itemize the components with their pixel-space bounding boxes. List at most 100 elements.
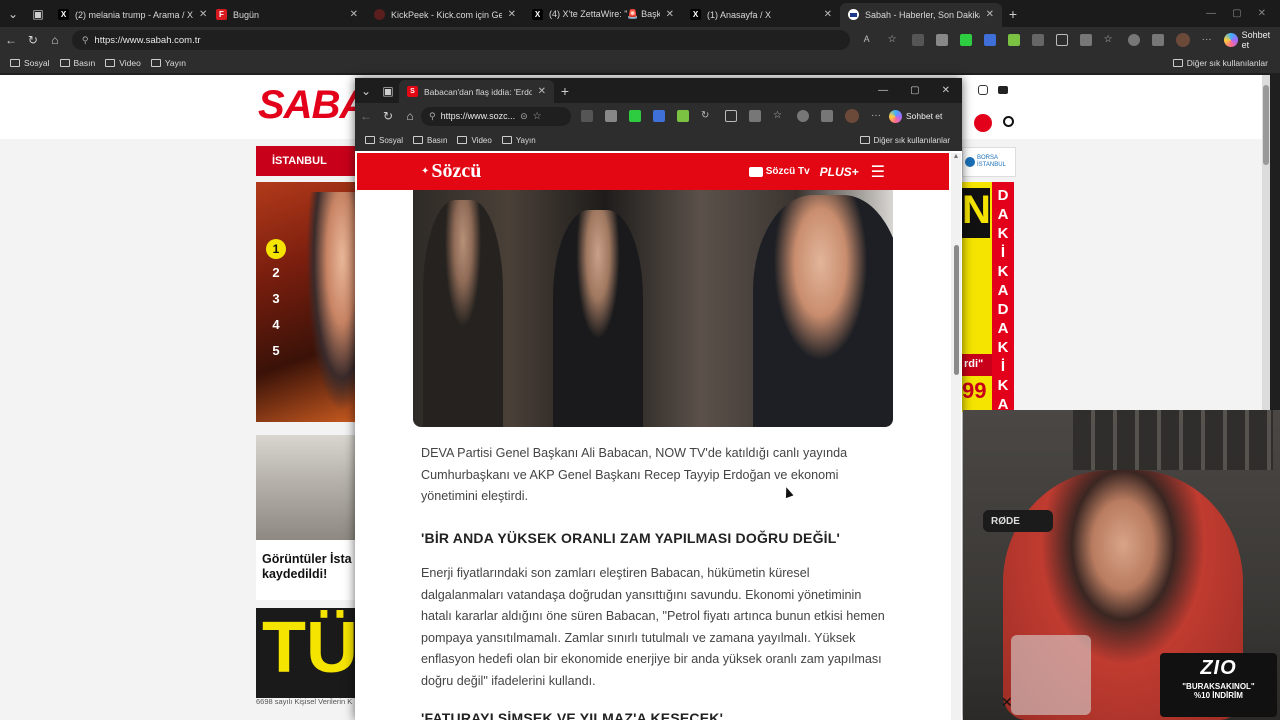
tab-kickpeek[interactable]: KickPeek - Kick.com için Gerçek Za ✕ bbox=[366, 3, 524, 27]
close-icon[interactable]: ✕ bbox=[824, 9, 832, 20]
profile-avatar[interactable] bbox=[1175, 33, 1190, 47]
close-icon[interactable]: ✕ bbox=[986, 9, 994, 20]
new-tab-button[interactable]: + bbox=[554, 83, 576, 99]
bookmark-sosyal[interactable]: Sosyal bbox=[10, 58, 50, 68]
sozcu-logo[interactable]: ✦ Sözcü bbox=[421, 160, 481, 183]
rank-item[interactable]: 4 bbox=[266, 317, 286, 337]
copilot-chat-button[interactable]: Sohbet et bbox=[1223, 30, 1280, 50]
bookmark-yayin[interactable]: Yayın bbox=[150, 58, 186, 68]
article-photo[interactable] bbox=[413, 190, 893, 427]
reload-icon[interactable]: ↻ bbox=[377, 109, 399, 123]
promo-badge[interactable]: ZIO "BURAKSAKINOL" %10 İNDİRİM bbox=[1160, 653, 1277, 717]
close-icon[interactable]: ✕ bbox=[538, 86, 546, 97]
favorites-icon[interactable]: ☆ bbox=[1104, 34, 1116, 46]
tab-anasayfa[interactable]: X (1) Anasayfa / X ✕ bbox=[682, 3, 840, 27]
extension-icon[interactable] bbox=[581, 110, 593, 122]
breaking-banner[interactable]: N 99 D A K İ K A D A K İ K A rdi" bbox=[962, 182, 1014, 412]
back-icon[interactable]: ← bbox=[0, 33, 22, 47]
close-overlay-icon[interactable]: ✕ bbox=[1001, 694, 1013, 711]
rank-item[interactable]: 2 bbox=[266, 265, 286, 285]
rank-item[interactable]: 1 bbox=[266, 239, 286, 259]
bookmark-basin[interactable]: Basın bbox=[413, 136, 447, 145]
close-icon[interactable]: ✕ bbox=[508, 9, 516, 20]
close-window-icon[interactable]: ✕ bbox=[1258, 8, 1266, 19]
extensions-icon[interactable] bbox=[1079, 34, 1092, 46]
extension-icon[interactable] bbox=[677, 110, 689, 122]
extension-icon[interactable] bbox=[653, 110, 665, 122]
copilot-chat-button[interactable]: Sohbet et bbox=[889, 109, 942, 123]
refresh-extension-icon[interactable]: ↻ bbox=[701, 110, 713, 122]
extension-icon[interactable] bbox=[605, 110, 617, 122]
screenshot-icon[interactable] bbox=[1151, 34, 1164, 46]
new-tab-button[interactable]: + bbox=[1002, 6, 1024, 22]
tab-bugun[interactable]: F Bugün ✕ bbox=[208, 3, 366, 27]
close-icon[interactable]: ✕ bbox=[666, 9, 674, 20]
tab-melania[interactable]: X (2) melania trump - Arama / X ✕ bbox=[50, 3, 208, 27]
maximize-icon[interactable]: ▢ bbox=[910, 85, 919, 96]
menu-icon[interactable]: ☰ bbox=[871, 162, 885, 182]
extension-icon[interactable] bbox=[1031, 34, 1044, 46]
scroll-thumb[interactable] bbox=[1263, 85, 1269, 165]
sozcu-tv-link[interactable]: Sözcü Tv bbox=[748, 166, 810, 177]
performance-icon[interactable] bbox=[1127, 34, 1140, 46]
extension-icon[interactable] bbox=[935, 34, 948, 46]
extension-icon[interactable] bbox=[959, 34, 972, 46]
favorites-icon[interactable]: ☆ bbox=[773, 110, 785, 122]
close-window-icon[interactable]: ✕ bbox=[942, 85, 950, 96]
scroll-up-icon[interactable]: ▲ bbox=[951, 153, 961, 160]
minimize-icon[interactable]: — bbox=[1206, 8, 1216, 19]
popup-scrollbar[interactable]: ▲ bbox=[951, 153, 961, 720]
screenshot-icon[interactable] bbox=[821, 110, 833, 122]
site-info-icon[interactable]: ⚲ bbox=[429, 111, 436, 122]
bookmark-video[interactable]: Video bbox=[105, 58, 141, 68]
read-aloud-icon[interactable]: A bbox=[864, 34, 876, 46]
rank-item[interactable]: 5 bbox=[266, 343, 286, 363]
workspaces-icon[interactable]: ▣ bbox=[26, 7, 50, 21]
borsa-widget[interactable]: BORSA İSTANBUL bbox=[962, 147, 1016, 177]
extension-icon[interactable] bbox=[911, 34, 924, 46]
more-icon[interactable]: ··· bbox=[1202, 34, 1214, 46]
extension-icon[interactable] bbox=[1007, 34, 1020, 46]
tab-zettawire[interactable]: X (4) X'te ZettaWire: "🚨 Başkan Yar ✕ bbox=[524, 3, 682, 27]
search-icon[interactable] bbox=[1003, 116, 1014, 127]
extension-icon[interactable] bbox=[983, 34, 996, 46]
extension-icon[interactable] bbox=[629, 110, 641, 122]
restore-icon[interactable]: ▢ bbox=[1232, 8, 1241, 19]
home-icon[interactable]: ⌂ bbox=[44, 33, 66, 47]
bookmark-sosyal[interactable]: Sosyal bbox=[365, 136, 403, 145]
bookmark-basin[interactable]: Basın bbox=[59, 58, 95, 68]
city-tab[interactable]: İSTANBUL bbox=[256, 146, 356, 176]
url-field[interactable]: ⚲ https://www.sozc... ⊝ ☆ bbox=[421, 106, 571, 126]
scroll-thumb[interactable] bbox=[953, 245, 959, 375]
rank-item[interactable]: 3 bbox=[266, 291, 286, 311]
profile-avatar[interactable] bbox=[845, 109, 859, 123]
favorite-icon[interactable]: ☆ bbox=[533, 111, 542, 122]
extensions-icon[interactable] bbox=[749, 110, 761, 122]
other-bookmarks[interactable]: Diğer sık kullanılanlar bbox=[859, 136, 950, 145]
bookmark-yayin[interactable]: Yayın bbox=[501, 136, 536, 145]
workspaces-icon[interactable]: ▣ bbox=[377, 84, 399, 98]
reload-icon[interactable]: ↻ bbox=[22, 33, 44, 47]
bookmark-video[interactable]: Video bbox=[457, 136, 492, 145]
ad-banner[interactable]: TÜ bbox=[256, 608, 356, 698]
tab-actions-chevron-icon[interactable]: ⌄ bbox=[0, 7, 26, 21]
url-field[interactable]: ⚲ https://www.sabah.com.tr bbox=[71, 30, 850, 50]
youtube-icon[interactable] bbox=[998, 86, 1008, 94]
tracking-icon[interactable]: ⊝ bbox=[520, 111, 528, 122]
favorite-icon[interactable]: ☆ bbox=[888, 34, 900, 46]
tab-sabah[interactable]: Sabah - Haberler, Son Dakika Hab ✕ bbox=[840, 2, 1002, 27]
back-icon[interactable]: ← bbox=[355, 109, 377, 123]
performance-icon[interactable] bbox=[797, 110, 809, 122]
split-screen-icon[interactable] bbox=[1055, 34, 1068, 46]
other-bookmarks[interactable]: Diğer sık kullanılanlar bbox=[1172, 58, 1268, 68]
split-screen-icon[interactable] bbox=[725, 110, 737, 122]
story-card[interactable]: Görüntüler İsta kaydedildi! bbox=[256, 540, 356, 600]
close-icon[interactable]: ✕ bbox=[199, 9, 207, 20]
home-icon[interactable]: ⌂ bbox=[399, 109, 421, 123]
more-icon[interactable]: ··· bbox=[871, 110, 883, 122]
story-image[interactable] bbox=[256, 435, 356, 540]
sabah-app-icon[interactable] bbox=[974, 114, 992, 132]
tab-actions-chevron-icon[interactable]: ⌄ bbox=[355, 84, 377, 98]
plus-link[interactable]: PLUS+ bbox=[820, 165, 859, 179]
tab-babacan[interactable]: S Babacan'dan flaş iddia: 'Erdoğan b ✕ bbox=[399, 80, 554, 103]
